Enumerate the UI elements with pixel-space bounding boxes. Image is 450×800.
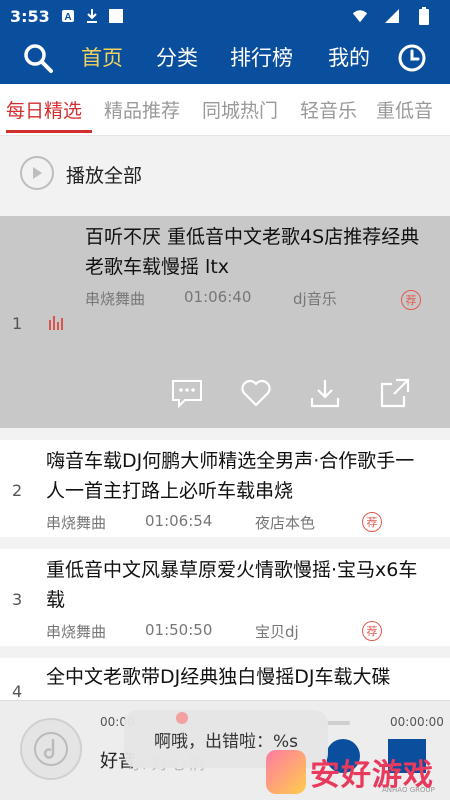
song-artist: 宝贝dj <box>255 623 299 641</box>
watermark-logo-icon <box>266 750 306 794</box>
song-title[interactable]: 百听不厌 重低音中文老歌4S店推荐经典老歌车载慢摇 ltx <box>85 222 425 282</box>
song-index: 2 <box>12 481 23 500</box>
subtab-featured[interactable]: 精品推荐 <box>104 96 180 123</box>
song-duration: 01:06:40 <box>184 288 252 306</box>
song-actions <box>0 376 450 416</box>
song-row-3[interactable]: 重低音中文风暴草原爱火情歌慢摇·宝马x6车载 3 串烧舞曲 01:50:50 宝… <box>0 549 450 646</box>
status-time: 3:53 <box>10 6 50 26</box>
category-subtabs: 每日精选 精品推荐 同城热门 轻音乐 重低音 <box>0 84 450 136</box>
song-index: 3 <box>12 590 23 609</box>
signal-icon <box>384 8 400 24</box>
play-all-bar[interactable]: 播放全部 <box>0 148 450 200</box>
top-nav: 首页 分类 排行榜 我的 <box>0 32 450 84</box>
song-title[interactable]: 全中文老歌带DJ经典独白慢摇DJ车载大碟 <box>46 662 426 692</box>
comment-icon[interactable] <box>170 376 204 410</box>
recommended-badge: 荐 <box>401 290 421 310</box>
song-index: 1 <box>12 314 23 333</box>
song-duration: 01:50:50 <box>145 621 213 639</box>
status-bar: 3:53 A <box>0 0 450 32</box>
song-index: 4 <box>12 682 23 701</box>
song-title[interactable]: 重低音中文风暴草原爱火情歌慢摇·宝马x6车载 <box>46 555 426 615</box>
subtab-daily-picks[interactable]: 每日精选 <box>6 96 82 123</box>
song-genre: 串烧舞曲 <box>85 290 146 308</box>
tab-rankings[interactable]: 排行榜 <box>230 42 293 72</box>
song-title[interactable]: 嗨音车载DJ何鹏大师精选全男声·合作歌手一人一首主打路上必听车载串烧 <box>46 446 426 506</box>
recommended-badge: 荐 <box>362 621 382 641</box>
play-all-icon[interactable] <box>20 156 54 190</box>
song-genre: 串烧舞曲 <box>46 623 107 641</box>
tab-home[interactable]: 首页 <box>81 42 123 72</box>
song-duration: 01:06:54 <box>145 512 213 530</box>
download-song-icon[interactable] <box>308 376 342 410</box>
like-icon[interactable] <box>239 376 273 410</box>
subtab-bass[interactable]: 重低音 <box>376 96 433 123</box>
tab-categories[interactable]: 分类 <box>156 42 198 72</box>
song-row-2[interactable]: 嗨音车载DJ何鹏大师精选全男声·合作歌手一人一首主打路上必听车载串烧 2 串烧舞… <box>0 440 450 537</box>
subtab-local-hot[interactable]: 同城热门 <box>202 96 278 123</box>
tab-mine[interactable]: 我的 <box>328 42 370 72</box>
a-icon: A <box>60 8 76 24</box>
subtab-light-music[interactable]: 轻音乐 <box>300 96 357 123</box>
watermark-subtext: ANHAO GROUP <box>382 786 435 794</box>
download-icon <box>84 8 100 24</box>
recommended-badge: 荐 <box>362 512 382 532</box>
watermark: 安好游戏 ANHAO GROUP <box>262 744 450 800</box>
share-icon[interactable] <box>378 376 412 410</box>
battery-icon <box>416 7 432 25</box>
song-artist: dj音乐 <box>293 290 337 308</box>
search-icon[interactable] <box>22 42 54 74</box>
toast-dot <box>176 712 188 724</box>
song-genre: 串烧舞曲 <box>46 514 107 532</box>
album-disc-icon[interactable] <box>20 718 82 780</box>
square-icon <box>108 8 124 24</box>
play-all-label[interactable]: 播放全部 <box>66 161 142 188</box>
wifi-icon <box>352 8 368 24</box>
time-total: 00:00:00 <box>390 715 444 729</box>
clock-icon[interactable] <box>396 42 428 74</box>
now-playing-equalizer-icon <box>48 314 66 330</box>
svg-text:A: A <box>64 12 71 23</box>
song-artist: 夜店本色 <box>255 514 316 532</box>
active-subtab-indicator <box>6 130 92 133</box>
song-row-1[interactable]: 百听不厌 重低音中文老歌4S店推荐经典老歌车载慢摇 ltx 串烧舞曲 01:06… <box>0 216 450 428</box>
